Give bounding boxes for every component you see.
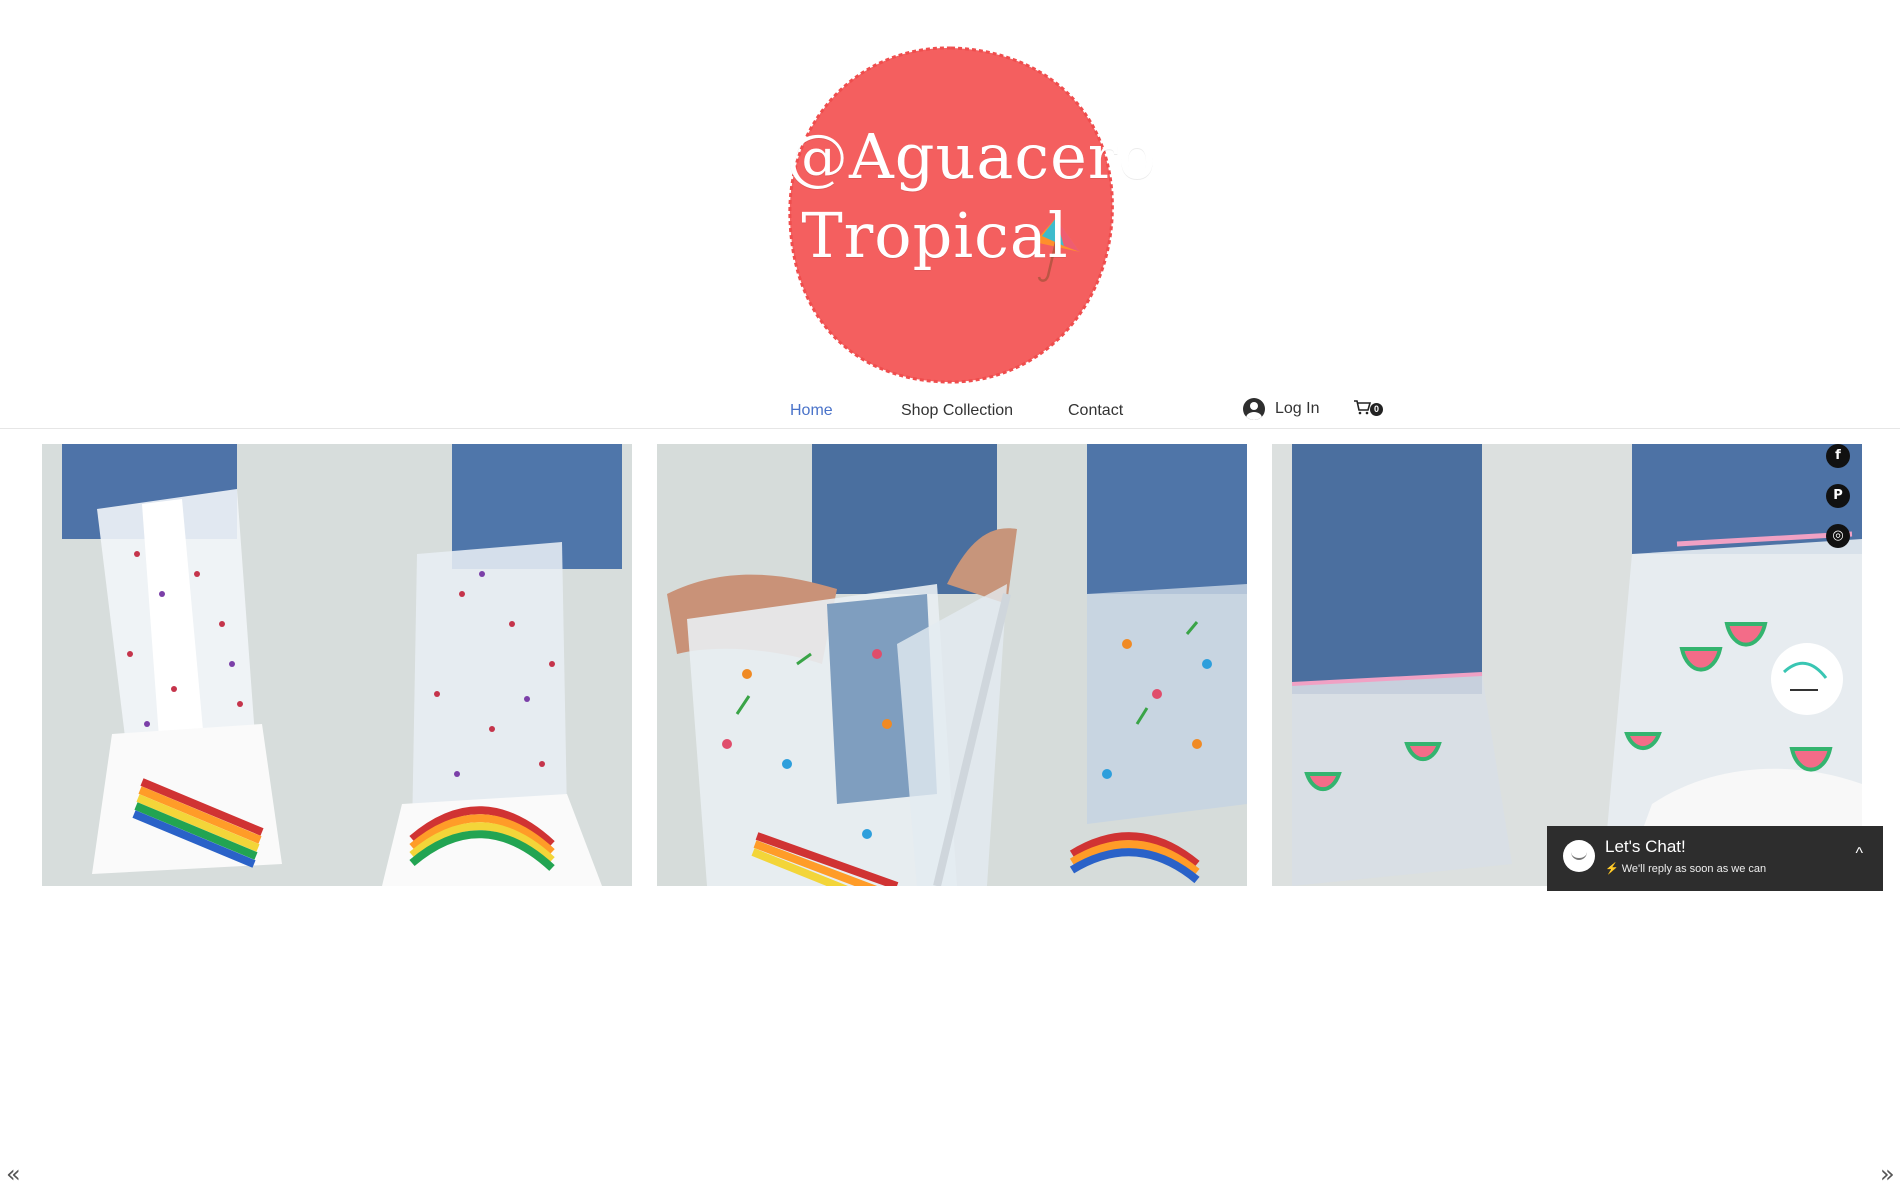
main-nav: Home Shop Collection Contact (0, 398, 1900, 428)
logo-line-1: @Aguacero (786, 120, 1157, 193)
site-header: @Aguacero Tropical Home Shop Collection … (0, 0, 1900, 429)
user-avatar-icon (1243, 398, 1265, 420)
logo-line-2: Tropical (801, 199, 1069, 272)
social-bar: f P ◎ (1826, 444, 1852, 564)
nav-shop-collection[interactable]: Shop Collection (901, 402, 1013, 420)
watermelon-boot-cover-photo (1272, 444, 1862, 886)
brand-logo[interactable]: @Aguacero Tropical (786, 44, 1157, 384)
cart-button[interactable]: 0 (1353, 399, 1385, 419)
gallery-slide-3[interactable] (1272, 444, 1862, 886)
gallery-slide-2[interactable] (657, 444, 1247, 886)
gallery-next-arrow[interactable]: » (1880, 1160, 1895, 1188)
floral-boot-cover-photo (657, 444, 1247, 886)
nav-home[interactable]: Home (790, 402, 833, 420)
chevron-up-icon[interactable]: ^ (1855, 845, 1863, 863)
login-label: Log In (1275, 400, 1320, 417)
facebook-icon[interactable]: f (1826, 444, 1850, 468)
pinterest-icon[interactable]: P (1826, 484, 1850, 508)
polka-dot-boot-cover-photo (42, 444, 632, 886)
chat-title: Let's Chat! (1605, 837, 1686, 856)
chat-avatar-icon (1563, 840, 1595, 872)
chat-widget[interactable]: Let's Chat! ⚡ We'll reply as soon as we … (1547, 826, 1883, 891)
cart-icon (1354, 400, 1372, 415)
instagram-icon[interactable]: ◎ (1826, 524, 1850, 548)
nav-contact[interactable]: Contact (1068, 402, 1123, 420)
gallery-prev-arrow[interactable]: « (6, 1160, 21, 1188)
login-button[interactable]: Log In (1243, 396, 1319, 422)
product-gallery: « » (0, 444, 1900, 1188)
gallery-slide-1[interactable] (42, 444, 632, 886)
chat-subtitle: ⚡ We'll reply as soon as we can (1605, 863, 1767, 875)
cart-count-badge: 0 (1370, 403, 1383, 416)
